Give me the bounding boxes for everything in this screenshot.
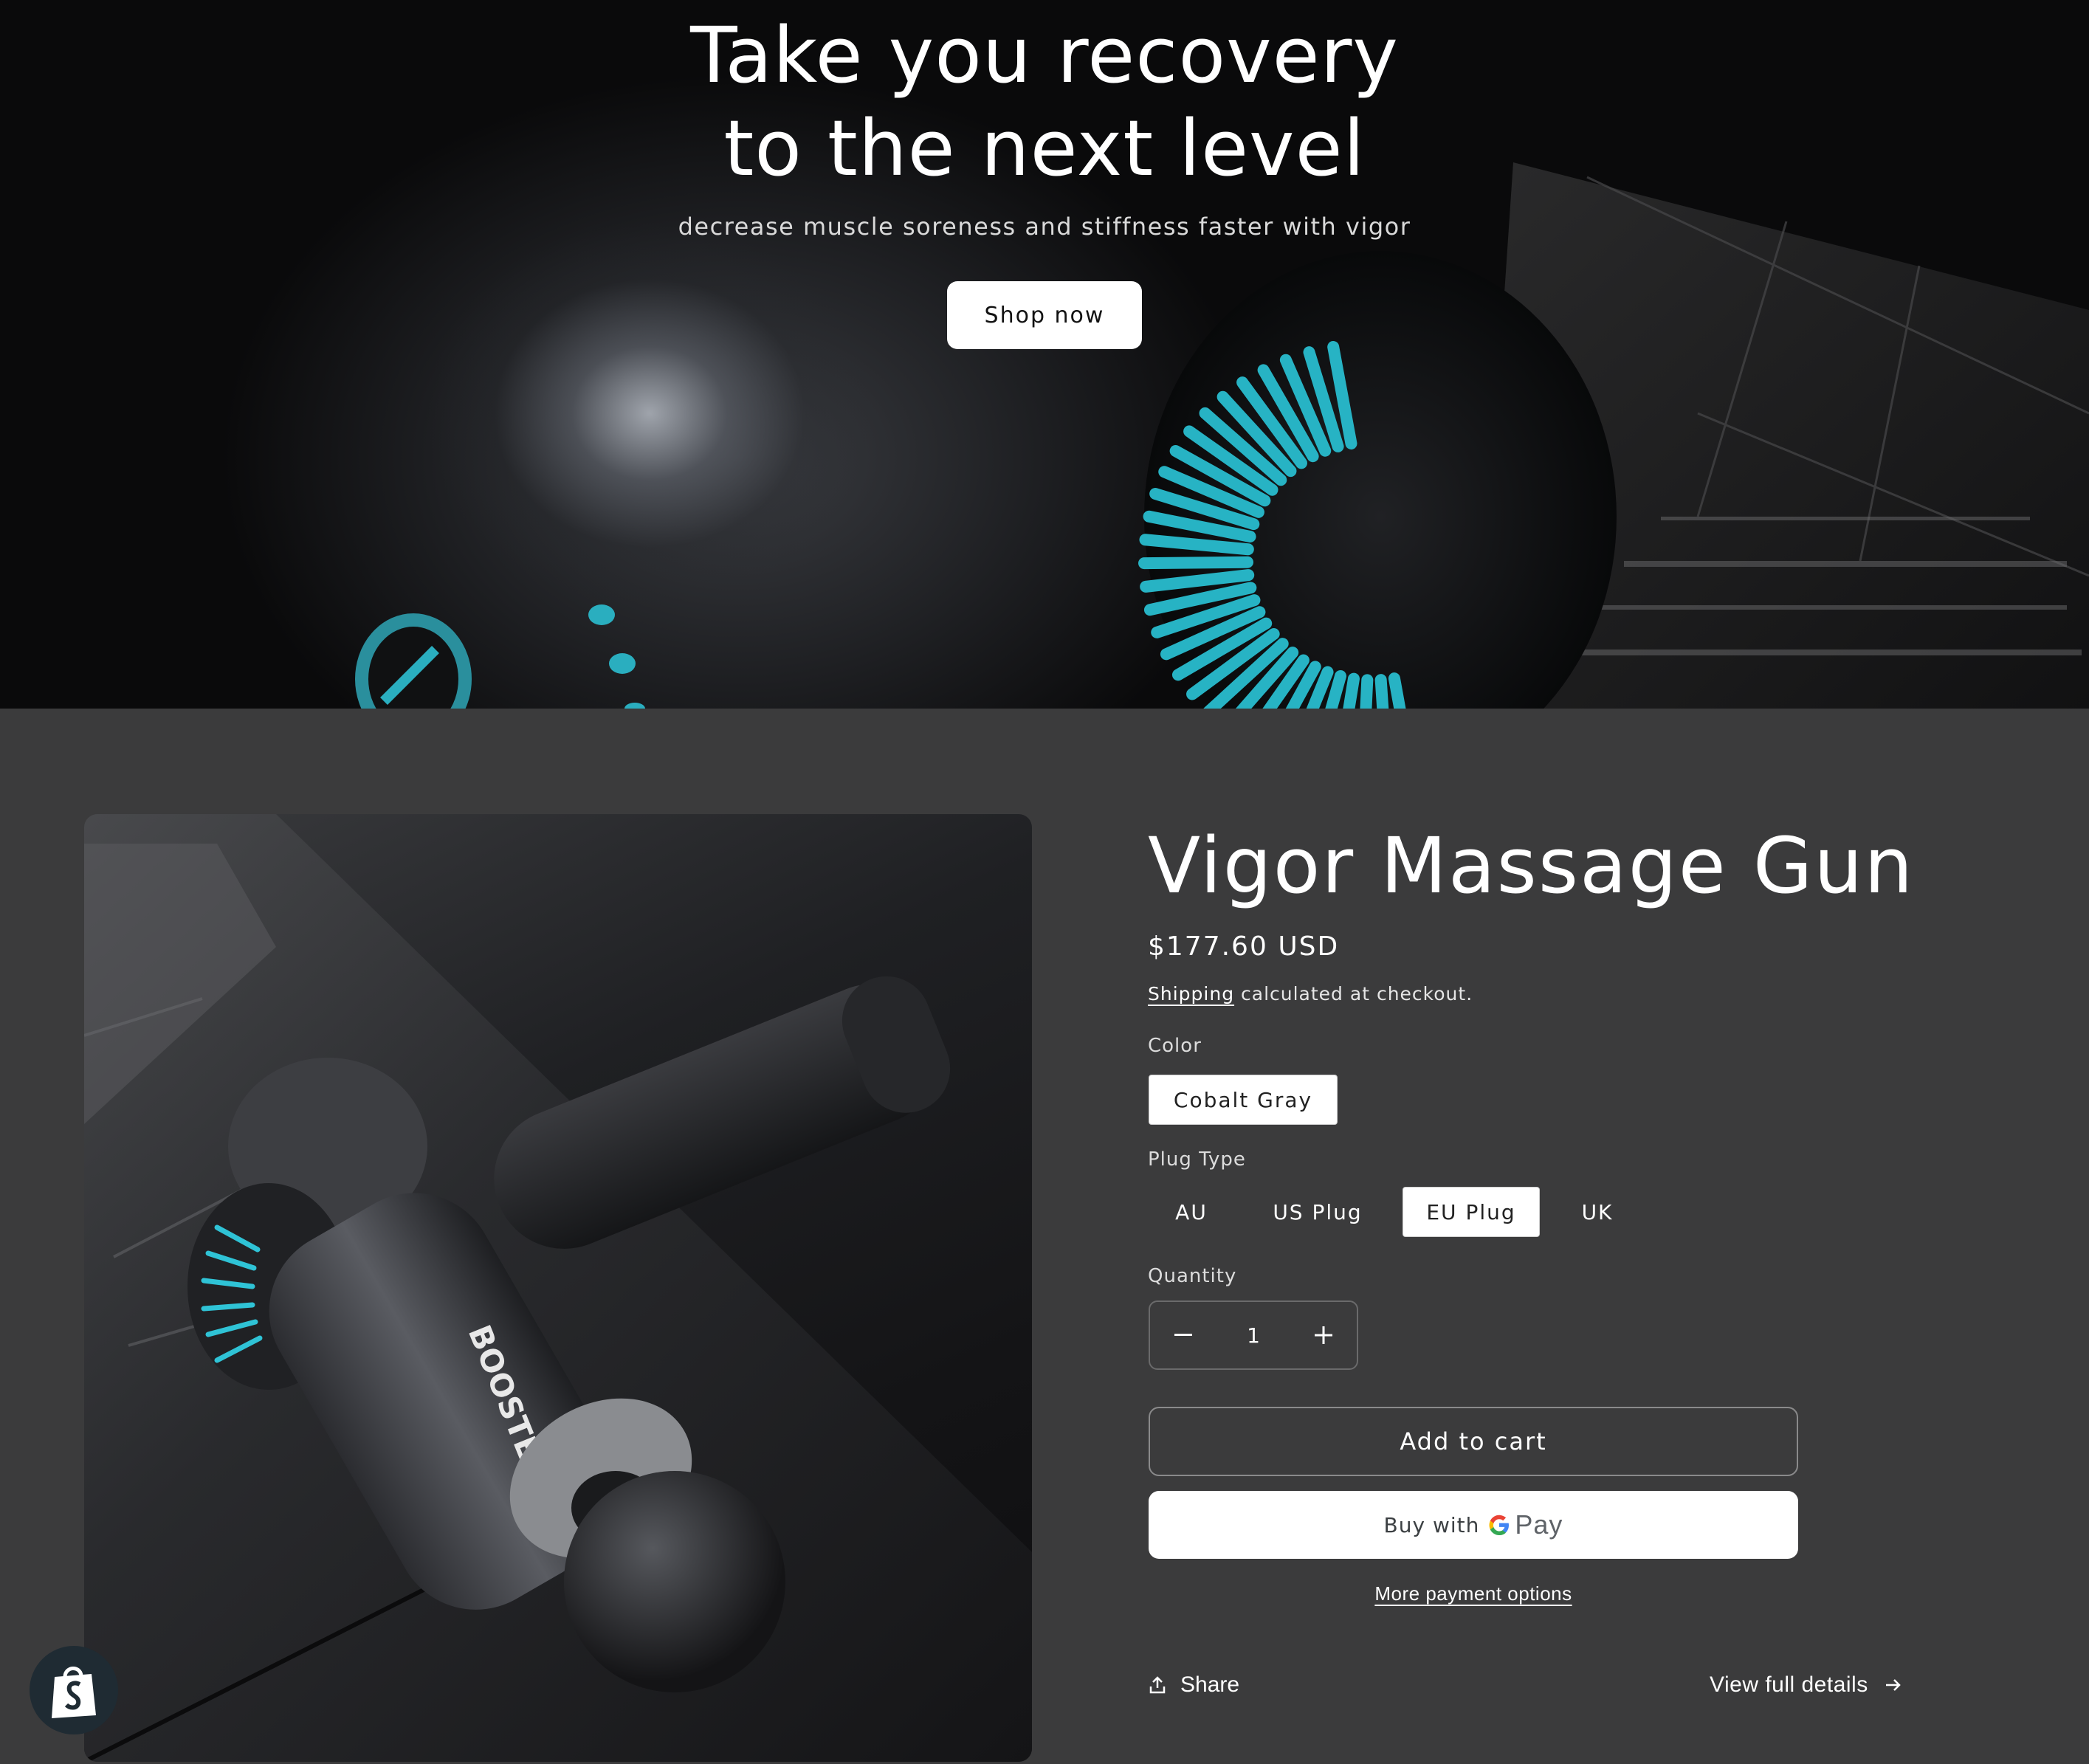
product-image[interactable]: BOOSTER <box>84 814 1032 1762</box>
quantity-stepper: 1 <box>1149 1300 1358 1370</box>
hero-title: Take you recovery to the next level <box>0 9 2089 195</box>
minus-icon <box>1174 1334 1192 1336</box>
fan-blade <box>1138 556 1254 570</box>
hero-title-line2: to the next level <box>723 103 1366 193</box>
gpay-pay-word: Pay <box>1515 1509 1563 1540</box>
arrow-right-icon <box>1885 1679 1901 1691</box>
share-button[interactable]: Share <box>1148 1672 1239 1698</box>
add-to-cart-button[interactable]: Add to cart <box>1149 1407 1798 1476</box>
view-full-details-link[interactable]: View full details <box>1710 1672 1902 1698</box>
shipping-text: calculated at checkout. <box>1234 983 1473 1005</box>
view-full-details-label: View full details <box>1710 1672 1868 1697</box>
plug-type-label: Plug Type <box>1148 1148 1246 1171</box>
plug-option-au[interactable]: AU <box>1149 1187 1234 1237</box>
quantity-label: Quantity <box>1148 1265 1237 1287</box>
shopify-bag-icon <box>52 1667 96 1718</box>
hero-title-line1: Take you recovery <box>690 10 1399 100</box>
more-payment-options-link[interactable]: More payment options <box>1374 1582 1572 1605</box>
plus-icon <box>1314 1326 1332 1344</box>
quantity-input[interactable]: 1 <box>1247 1323 1260 1348</box>
plug-option-us[interactable]: US Plug <box>1247 1187 1388 1237</box>
shipping-link[interactable]: Shipping <box>1148 983 1234 1005</box>
hero-subtitle: decrease muscle soreness and stiffness f… <box>678 213 1411 241</box>
shipping-note: Shipping calculated at checkout. <box>1148 983 1473 1005</box>
more-payment-options: More payment options <box>1149 1582 1798 1605</box>
product-price: $177.60 USD <box>1148 931 1340 962</box>
plug-option-uk[interactable]: UK <box>1555 1187 1640 1237</box>
buy-with-gpay-button[interactable]: Buy with Pay <box>1149 1491 1798 1559</box>
quantity-increase-button[interactable] <box>1290 1302 1357 1368</box>
quantity-decrease-button[interactable] <box>1150 1302 1216 1368</box>
google-g-icon <box>1489 1515 1510 1535</box>
shop-now-button[interactable]: Shop now <box>947 281 1142 349</box>
shopify-badge[interactable] <box>30 1646 118 1734</box>
google-pay-logo: Pay <box>1487 1509 1563 1540</box>
product-photo-massage-gun: BOOSTER <box>84 814 1032 1762</box>
gpay-prefix: Buy with <box>1383 1512 1480 1537</box>
color-label: Color <box>1148 1035 1202 1057</box>
color-option-cobalt-gray[interactable]: Cobalt Gray <box>1149 1075 1338 1125</box>
plug-option-eu[interactable]: EU Plug <box>1403 1187 1540 1237</box>
product-title: Vigor Massage Gun <box>1148 821 1915 911</box>
fan-blade <box>1360 674 1374 709</box>
share-label: Share <box>1180 1672 1240 1697</box>
fan-blade <box>1374 674 1389 709</box>
share-icon <box>1149 1676 1166 1694</box>
hero-banner: Take you recovery to the next level decr… <box>0 0 2089 709</box>
